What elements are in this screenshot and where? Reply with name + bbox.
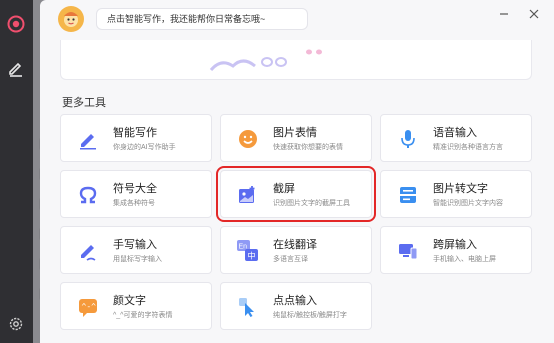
close-icon[interactable]	[526, 6, 542, 22]
assistant-message[interactable]: 点击智能写作，我还能帮你日常备忘哦~	[96, 8, 308, 30]
tool-desc: 用鼠标写字输入	[113, 256, 162, 263]
left-rail	[0, 0, 33, 343]
minus-icon[interactable]	[496, 6, 512, 22]
devices-icon	[395, 238, 421, 264]
pen-icon	[75, 126, 101, 152]
tool-voice-input[interactable]: 语音输入 精准识别各种语言方言	[380, 114, 532, 162]
tool-name: 跨屏输入	[433, 239, 477, 251]
tool-name: 图片表情	[273, 127, 317, 139]
tool-translate[interactable]: En 中 在线翻译 多语言互译	[220, 226, 372, 274]
tool-desc: 智能识别图片文字内容	[433, 200, 503, 207]
translate-badge-zh: 中	[248, 251, 256, 261]
tool-kaomoji[interactable]: ^-^ 颜文字 ^_^可爱的字符表情	[60, 282, 212, 330]
tool-desc: 手机输入、电脑上屏	[433, 256, 496, 263]
tool-handwriting[interactable]: 手写输入 用鼠标写字输入	[60, 226, 212, 274]
tool-desc: 快速获取你想要的表情	[273, 144, 343, 151]
cursor-click-icon	[235, 294, 261, 320]
settings-gear-icon[interactable]	[6, 314, 26, 334]
tool-symbols[interactable]: 符号大全 集成各种符号	[60, 170, 212, 218]
tool-name: 截屏	[273, 183, 295, 195]
kaomoji-icon: ^-^	[75, 294, 101, 320]
pencil-icon	[75, 238, 101, 264]
tool-click-input[interactable]: 点点输入 纯鼠标/触控板/触屏打字	[220, 282, 372, 330]
tool-name: 语音输入	[433, 127, 477, 139]
tool-name: 图片转文字	[433, 183, 488, 195]
tool-desc: 多语言互译	[273, 256, 308, 263]
tool-name: 颜文字	[113, 295, 146, 307]
tool-smart-writing[interactable]: 智能写作 你身边的AI写作助手	[60, 114, 212, 162]
omega-icon	[75, 182, 101, 208]
svg-text:^-^: ^-^	[82, 302, 97, 311]
scan-text-icon	[395, 182, 421, 208]
featured-card[interactable]	[60, 40, 532, 80]
tool-name: 手写输入	[113, 239, 157, 251]
target-icon[interactable]	[6, 14, 26, 34]
screenshot-icon	[235, 182, 261, 208]
tool-name: 智能写作	[113, 127, 157, 139]
tool-image-emoji[interactable]: 图片表情 快速获取你想要的表情	[220, 114, 372, 162]
tool-name: 在线翻译	[273, 239, 317, 251]
tools-panel: 点击智能写作，我还能帮你日常备忘哦~ 更多工具 智能写作 你身边的AI写作助手 …	[40, 0, 554, 343]
smiley-icon	[235, 126, 261, 152]
featured-illustration	[209, 49, 322, 72]
tool-desc: 集成各种符号	[113, 200, 155, 207]
panel-header: 点击智能写作，我还能帮你日常备忘哦~	[40, 0, 554, 40]
tool-name: 点点输入	[273, 295, 317, 307]
tool-desc: 精准识别各种语言方言	[433, 144, 503, 151]
tool-name: 符号大全	[113, 183, 157, 195]
microphone-icon	[395, 126, 421, 152]
translate-icon: En 中	[235, 238, 261, 264]
assistant-avatar[interactable]	[58, 6, 84, 32]
tool-image-to-text[interactable]: 图片转文字 智能识别图片文字内容	[380, 170, 532, 218]
tool-screenshot[interactable]: 截屏 识别图片文字的截屏工具	[216, 166, 376, 222]
tool-desc: ^_^可爱的字符表情	[113, 312, 173, 319]
tool-cross-screen[interactable]: 跨屏输入 手机输入、电脑上屏	[380, 226, 532, 274]
tool-desc: 你身边的AI写作助手	[113, 144, 176, 151]
section-title: 更多工具	[62, 97, 106, 109]
tool-desc: 识别图片文字的截屏工具	[273, 200, 350, 207]
edit-icon[interactable]	[6, 58, 26, 78]
tool-desc: 纯鼠标/触控板/触屏打字	[273, 312, 347, 319]
